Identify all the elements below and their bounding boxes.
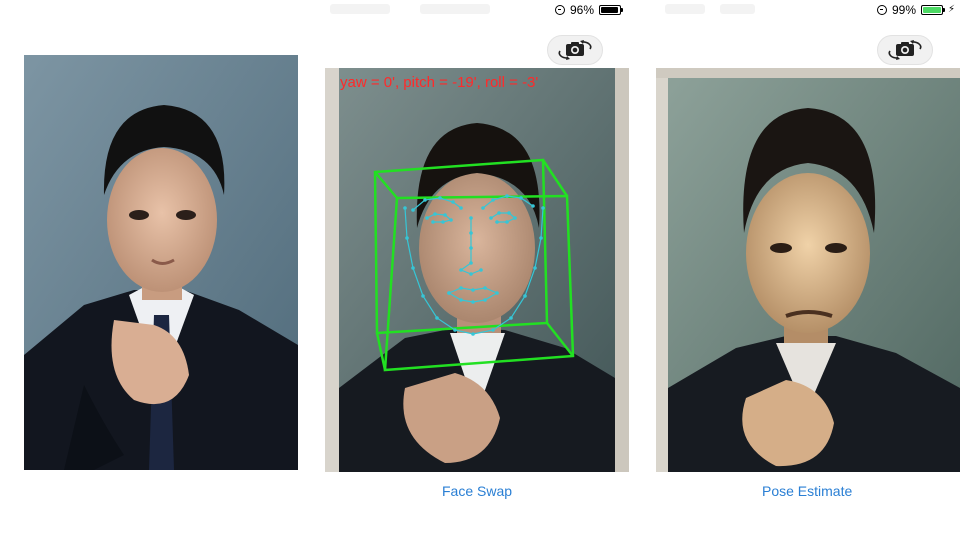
landmark-point	[469, 231, 473, 235]
tab-pose-estimate[interactable]: Pose Estimate	[762, 483, 852, 499]
landmark-point	[431, 220, 435, 224]
landmark-point	[509, 316, 513, 320]
landmark-point	[541, 206, 545, 210]
face-swap-image	[656, 68, 960, 472]
pose-cube-edge	[374, 171, 398, 199]
status-bar: 96%	[555, 0, 624, 20]
battery-icon	[921, 5, 946, 15]
pose-cube-edge	[541, 159, 569, 197]
app-screen: 96% 99% ⚡ yaw = 0', pitch = -19', roll =…	[0, 0, 960, 540]
landmark-point	[495, 291, 499, 295]
landmark-point	[459, 206, 463, 210]
landmark-point	[523, 294, 527, 298]
landmark-point	[433, 212, 437, 216]
landmark-point	[505, 220, 509, 224]
landmark-point	[451, 200, 455, 204]
landmark-point	[449, 218, 453, 222]
landmark-point	[513, 216, 517, 220]
landmark-point	[425, 216, 429, 220]
portrait-image	[24, 55, 298, 470]
landmark-point	[469, 216, 473, 220]
battery-icon	[599, 5, 624, 15]
landmark-point	[459, 286, 463, 290]
landmark-point	[481, 206, 485, 210]
faded-status-artifact	[420, 4, 490, 14]
face-swap-view	[656, 68, 960, 472]
landmark-point	[483, 298, 487, 302]
landmark-point	[539, 236, 543, 240]
landmark-point	[441, 220, 445, 224]
landmark-point	[505, 194, 509, 198]
landmark-point	[489, 216, 493, 220]
landmark-point	[438, 196, 442, 200]
orientation-lock-icon	[877, 5, 887, 15]
landmark-point	[435, 316, 439, 320]
landmark-contour	[412, 197, 462, 211]
landmark-point	[447, 291, 451, 295]
landmark-point	[531, 204, 535, 208]
landmark-point	[483, 286, 487, 290]
landmark-contour	[426, 213, 453, 223]
orientation-lock-icon	[555, 5, 565, 15]
pose-cube-edge	[375, 332, 387, 371]
faded-status-artifact	[665, 4, 705, 14]
original-photo	[24, 55, 298, 470]
tab-face-swap[interactable]: Face Swap	[442, 483, 512, 499]
faded-status-artifact	[720, 4, 755, 14]
landmark-point	[443, 213, 447, 217]
pose-cube-edge	[546, 322, 574, 357]
landmark-point	[459, 268, 463, 272]
landmark-point	[403, 206, 407, 210]
landmark-point	[471, 288, 475, 292]
landmark-point	[423, 198, 427, 202]
pose-estimate-view: yaw = 0', pitch = -19', roll = -3'	[325, 68, 629, 472]
landmark-contour	[459, 218, 482, 275]
landmark-point	[405, 236, 409, 240]
landmark-point	[471, 332, 475, 336]
landmark-point	[519, 196, 523, 200]
landmark-point	[469, 246, 473, 250]
landmark-contour	[490, 212, 517, 223]
landmark-point	[421, 294, 425, 298]
camera-switch-icon	[558, 40, 592, 60]
landmark-point	[533, 266, 537, 270]
landmark-point	[495, 220, 499, 224]
face-landmarks	[403, 194, 545, 336]
faded-status-artifact	[330, 4, 390, 14]
status-bar: 99% ⚡	[877, 0, 955, 20]
landmark-point	[469, 261, 473, 265]
landmark-point	[453, 328, 457, 332]
charging-bolt-icon: ⚡	[948, 4, 956, 15]
landmark-point	[411, 266, 415, 270]
landmark-point	[491, 198, 495, 202]
landmark-point	[479, 268, 483, 272]
pose-overlay	[373, 158, 575, 372]
pose-cube	[373, 158, 575, 372]
camera-switch-button[interactable]	[877, 35, 933, 65]
landmark-contour	[404, 207, 544, 335]
pose-cube-face	[373, 158, 549, 335]
landmark-point	[411, 208, 415, 212]
landmark-point	[469, 272, 473, 276]
battery-percentage: 99%	[892, 3, 917, 17]
landmark-point	[459, 298, 463, 302]
landmark-point	[507, 211, 511, 215]
camera-switch-button[interactable]	[547, 35, 603, 65]
pose-angles-readout: yaw = 0', pitch = -19', roll = -3'	[340, 74, 539, 91]
landmark-point	[497, 211, 501, 215]
landmark-point	[471, 300, 475, 304]
camera-switch-icon	[888, 40, 922, 60]
landmark-point	[491, 328, 495, 332]
battery-percentage: 96%	[570, 3, 595, 17]
